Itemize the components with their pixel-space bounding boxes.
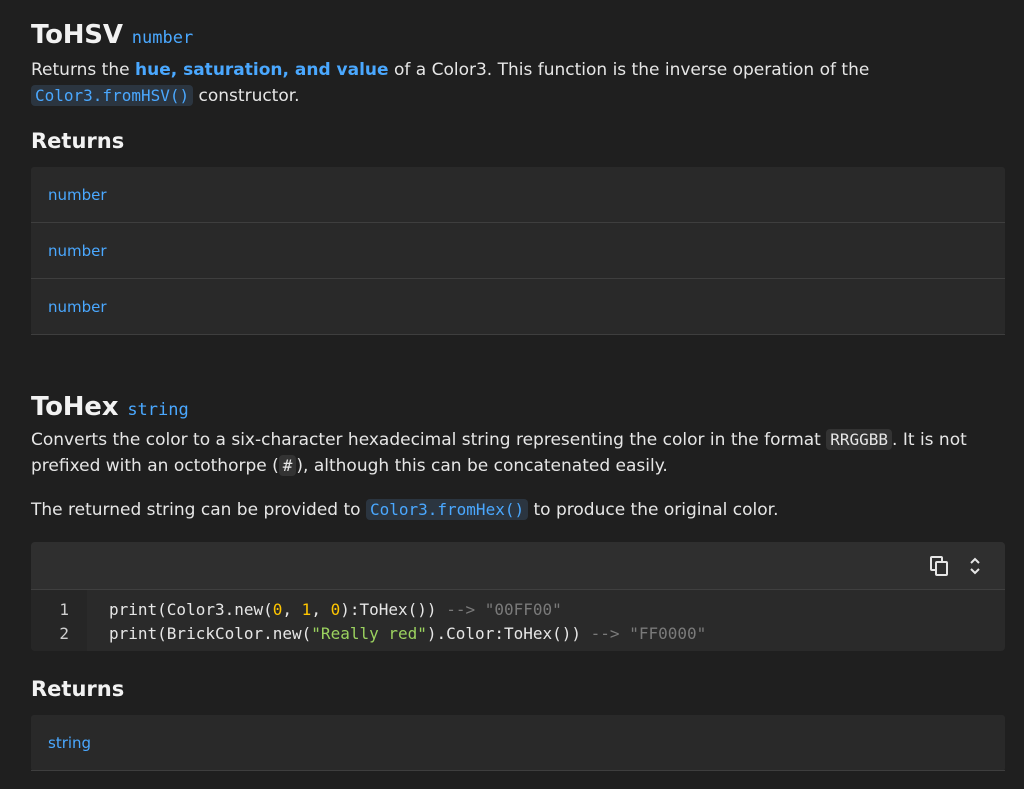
code-token: ,	[282, 600, 302, 619]
code-line: print(Color3.new(0, 1, 0):ToHex()) --> "…	[109, 598, 706, 622]
returns-row: number	[31, 167, 1005, 223]
tohex-returns-table: string	[31, 715, 1005, 771]
line-number: 1	[59, 600, 69, 619]
returns-title: Returns	[31, 129, 125, 153]
rrggbb-code: RRGGBB	[826, 429, 893, 450]
returns-row: string	[31, 715, 1005, 771]
tohsv-description: Returns the hue, saturation, and value o…	[31, 57, 1003, 109]
code-token: print(BrickColor.new(	[109, 624, 312, 643]
number-token: 0	[272, 600, 283, 619]
string-token: "Really red"	[311, 624, 427, 643]
hsv-link[interactable]: hue, saturation, and value	[135, 60, 389, 80]
tohex-description-2: The returned string can be provided to C…	[31, 497, 1003, 523]
return-type-link[interactable]: number	[48, 298, 107, 316]
return-type-link[interactable]: number	[48, 242, 107, 260]
return-type-link[interactable]: number	[132, 28, 193, 48]
returns-title: Returns	[31, 677, 125, 701]
code-line: print(BrickColor.new("Really red").Color…	[109, 622, 706, 646]
code-token: ).Color:ToHex())	[426, 624, 591, 643]
return-type-link[interactable]: string	[127, 400, 188, 420]
desc-text: ), although this can be concatenated eas…	[296, 456, 668, 476]
tohsv-heading: ToHSV number	[31, 20, 193, 50]
code-body: 1 2 print(Color3.new(0, 1, 0):ToHex()) -…	[31, 590, 1005, 651]
desc-text: to produce the original color.	[528, 500, 779, 520]
desc-text: Converts the color to a six-character he…	[31, 430, 827, 450]
code-lines: print(Color3.new(0, 1, 0):ToHex()) --> "…	[87, 598, 706, 646]
fromhex-code-link[interactable]: Color3.fromHex()	[365, 499, 529, 520]
code-token: ):ToHex())	[340, 600, 447, 619]
method-name: ToHSV	[31, 20, 123, 50]
code-token: print(Color3.new(	[109, 600, 273, 619]
desc-text: of a Color3. This function is the invers…	[388, 60, 870, 80]
comment-token: --> "FF0000"	[590, 624, 707, 643]
expand-collapse-icon[interactable]	[965, 555, 985, 577]
code-sample: 1 2 print(Color3.new(0, 1, 0):ToHex()) -…	[31, 542, 1005, 651]
code-toolbar	[31, 542, 1005, 590]
line-number: 2	[59, 624, 69, 643]
return-type-link[interactable]: string	[48, 734, 91, 752]
desc-text: Returns the	[31, 60, 135, 80]
desc-text: constructor.	[193, 86, 300, 106]
comment-token: --> "00FF00"	[446, 600, 562, 619]
return-type-link[interactable]: number	[48, 186, 107, 204]
method-name: ToHex	[31, 392, 119, 422]
tohex-description: Converts the color to a six-character he…	[31, 427, 1003, 479]
number-token: 0	[330, 600, 341, 619]
fromhsv-code-link[interactable]: Color3.fromHSV()	[31, 85, 194, 106]
tohsv-returns-table: number number number	[31, 167, 1005, 335]
number-token: 1	[301, 600, 312, 619]
returns-row: number	[31, 279, 1005, 335]
tohex-heading: ToHex string	[31, 392, 189, 422]
desc-text: The returned string can be provided to	[31, 500, 366, 520]
line-number-gutter: 1 2	[31, 590, 87, 651]
copy-icon[interactable]	[929, 555, 949, 577]
octothorpe-code: #	[278, 455, 297, 476]
returns-row: number	[31, 223, 1005, 279]
code-token: ,	[311, 600, 331, 619]
